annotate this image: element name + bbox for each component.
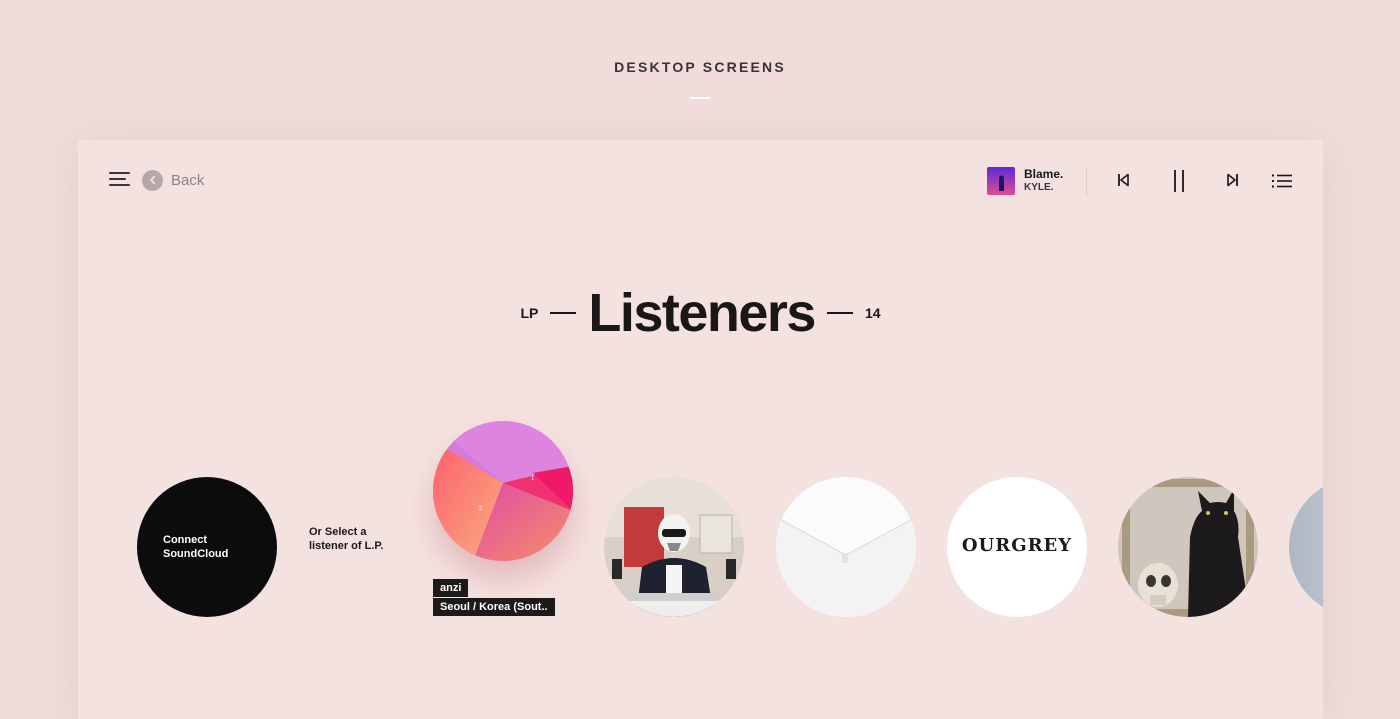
- album-art: [987, 167, 1015, 195]
- track-artist: KYLE.: [1024, 182, 1054, 193]
- listener-avatar-partial[interactable]: [1289, 477, 1323, 617]
- listener-avatar-white-abstract[interactable]: [776, 477, 916, 617]
- topbar-divider: [1086, 167, 1087, 197]
- pause-icon[interactable]: [1171, 169, 1187, 198]
- page-heading: DESKTOP SCREENS: [614, 59, 786, 75]
- connect-label: Connect SoundCloud: [163, 534, 229, 560]
- skip-previous-icon[interactable]: [1116, 171, 1132, 194]
- menu-icon[interactable]: [109, 171, 131, 187]
- select-hint: Or Select a listener of L.P.: [309, 526, 384, 552]
- back-arrow-icon: [142, 169, 163, 191]
- page-title: LP Listeners 14: [78, 282, 1323, 344]
- track-title: Blame.: [1024, 167, 1064, 181]
- title-prefix: LP: [520, 305, 539, 321]
- listener-avatar-cat[interactable]: [1118, 477, 1258, 617]
- connect-soundcloud-button[interactable]: Connect SoundCloud: [137, 477, 277, 617]
- back-button[interactable]: Back: [142, 169, 204, 191]
- listener-avatar-ourgrey[interactable]: OURGREY: [947, 477, 1087, 617]
- title-main: Listeners: [588, 283, 816, 343]
- listener-location-tag: Seoul / Korea (Sout..: [433, 598, 555, 616]
- skip-next-icon[interactable]: [1224, 171, 1240, 194]
- heading-rule: [690, 97, 710, 99]
- app-window: Back Blame. KYLE. LP Listeners 14 Connec…: [78, 140, 1323, 719]
- queue-list-icon[interactable]: [1271, 173, 1293, 194]
- title-dash-left: [550, 312, 577, 314]
- now-playing[interactable]: Blame. KYLE.: [987, 167, 1063, 195]
- back-label: Back: [171, 171, 205, 189]
- listener-avatar-stormtrooper[interactable]: [604, 477, 744, 617]
- title-dash-right: [826, 312, 853, 314]
- featured-listener-avatar[interactable]: 1 2: [433, 421, 573, 561]
- listener-count: 14: [864, 305, 881, 321]
- ourgrey-logo: OURGREY: [961, 535, 1073, 556]
- listener-name-tag: anzi: [433, 579, 469, 597]
